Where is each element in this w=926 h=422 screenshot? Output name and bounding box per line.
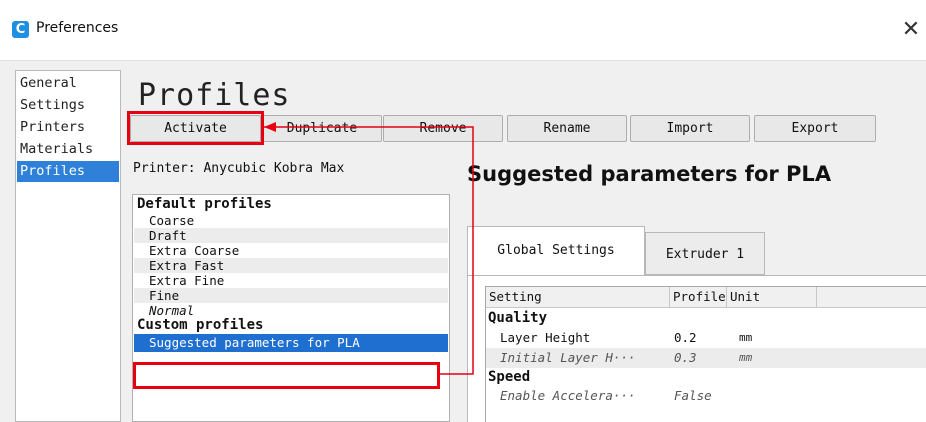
tab-extruder-1[interactable]: Extruder 1 — [645, 232, 765, 275]
column-header-setting[interactable]: Setting — [486, 287, 670, 307]
nav-item-settings[interactable]: Settings — [17, 95, 119, 116]
group-label-speed: Speed — [488, 369, 531, 385]
settings-table[interactable]: Setting Profile Unit Quality Layer Heigh… — [485, 286, 926, 422]
nav-item-materials[interactable]: Materials — [17, 139, 119, 160]
duplicate-button[interactable]: Duplicate — [262, 115, 382, 142]
profile-item[interactable]: Coarse — [134, 213, 448, 228]
tab-global-settings[interactable]: Global Settings — [467, 226, 645, 276]
table-row[interactable]: Enable Accelera··· False — [486, 386, 926, 406]
setting-value: 0.2 — [674, 330, 697, 345]
profile-item-active[interactable]: Normal — [134, 303, 448, 318]
activate-button[interactable]: Activate — [130, 115, 261, 142]
rename-button[interactable]: Rename — [507, 115, 627, 142]
group-label-quality: Quality — [488, 310, 548, 326]
remove-button[interactable]: Remove — [383, 115, 503, 142]
setting-unit: mm — [739, 351, 753, 364]
custom-profiles-header: Custom profiles — [137, 318, 264, 333]
page-title: Profiles — [138, 78, 291, 113]
table-row[interactable]: Initial Layer H··· 0.3 mm — [486, 348, 926, 368]
import-button[interactable]: Import — [630, 115, 750, 142]
title-bar: C Preferences ✕ — [0, 0, 926, 61]
nav-item-printers[interactable]: Printers — [17, 117, 119, 138]
profile-item[interactable]: Fine — [134, 288, 448, 303]
close-button[interactable]: ✕ — [896, 14, 926, 46]
setting-value: False — [674, 388, 712, 403]
profile-details-title: Suggested parameters for PLA — [467, 162, 832, 186]
profile-item[interactable]: Draft — [134, 228, 448, 243]
profile-item[interactable]: Extra Fast — [134, 258, 448, 273]
window-title: Preferences — [36, 20, 119, 36]
profile-item-selected[interactable]: Suggested parameters for PLA — [134, 334, 448, 352]
nav-item-general[interactable]: General — [17, 73, 119, 94]
setting-name: Layer Height — [500, 330, 591, 345]
default-profiles-header: Default profiles — [137, 197, 272, 212]
table-header: Setting Profile Unit — [486, 287, 926, 308]
table-row[interactable]: Layer Height 0.2 mm — [486, 328, 926, 348]
export-button[interactable]: Export — [754, 115, 876, 142]
setting-unit: mm — [739, 331, 753, 344]
profile-item[interactable]: Extra Fine — [134, 273, 448, 288]
column-header-profile[interactable]: Profile — [670, 287, 727, 307]
column-header-unit[interactable]: Unit — [727, 287, 817, 307]
profile-list[interactable]: Default profiles Coarse Draft Extra Coar… — [132, 194, 450, 422]
setting-value: 0.3 — [674, 350, 697, 365]
setting-name: Initial Layer H··· — [500, 350, 636, 365]
profile-item[interactable]: Extra Coarse — [134, 243, 448, 258]
preferences-nav: General Settings Printers Materials Prof… — [15, 70, 121, 422]
printer-label: Printer: Anycubic Kobra Max — [133, 161, 345, 176]
setting-name: Enable Accelera··· — [500, 388, 636, 403]
nav-item-profiles[interactable]: Profiles — [17, 161, 119, 182]
app-icon: C — [12, 21, 29, 38]
